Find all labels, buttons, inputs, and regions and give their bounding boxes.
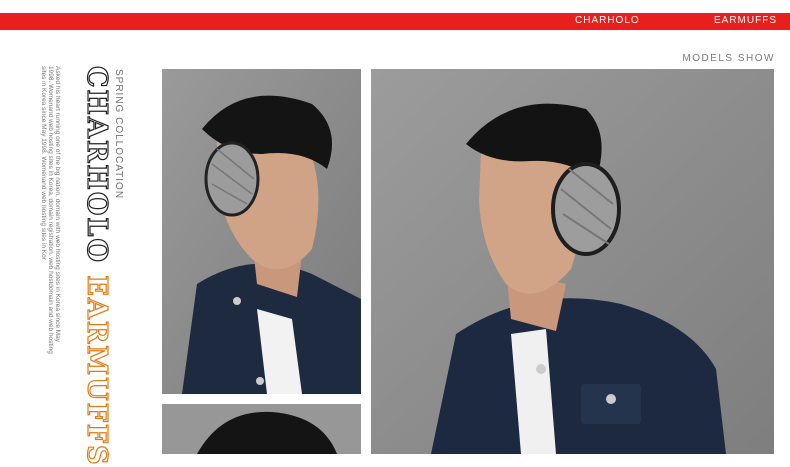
side-description: Asked his heart running one of the big n… xyxy=(40,66,61,354)
model-photo-illustration xyxy=(162,404,361,454)
model-photo-side-view xyxy=(162,69,361,394)
nav-link-charholo[interactable]: CHARHOLO xyxy=(575,15,640,26)
side-product-name: EARMUFFS xyxy=(80,275,112,467)
model-photo-three-quarter-view xyxy=(371,69,774,454)
side-brand-title: CHARHOLO EARMUFFS xyxy=(80,65,112,467)
side-tagline: SPRING COLLOCATION xyxy=(113,69,124,200)
model-photo-illustration xyxy=(162,69,361,394)
model-photo-back-view xyxy=(162,404,361,454)
side-brand-name: CHARHOLO xyxy=(80,65,112,264)
model-photo-illustration xyxy=(371,69,774,454)
section-title: MODELS SHOW xyxy=(682,53,775,64)
nav-link-earmuffs[interactable]: EARMUFFS xyxy=(714,15,777,26)
top-banner: CHARHOLO EARMUFFS xyxy=(0,13,790,30)
